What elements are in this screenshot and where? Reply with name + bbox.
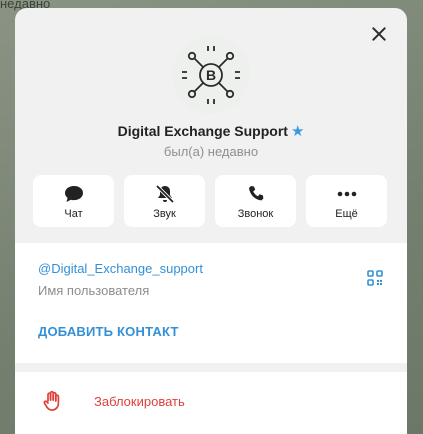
username-caption: Имя пользователя <box>38 283 150 298</box>
chat-button[interactable]: Чат <box>33 175 114 227</box>
profile-name-row: Digital Exchange Support ★ <box>15 122 407 140</box>
chat-button-label: Чат <box>64 207 83 220</box>
svg-text:B: B <box>206 67 216 83</box>
call-button[interactable]: Звонок <box>215 175 296 227</box>
more-dots-icon <box>336 183 358 205</box>
hand-stop-icon <box>41 390 63 412</box>
profile-name: Digital Exchange Support <box>117 123 288 139</box>
mute-button-label: Звук <box>153 207 176 220</box>
more-button[interactable]: Ещё <box>306 175 387 227</box>
profile-status: был(а) недавно <box>163 144 259 159</box>
action-bar: Чат Звук Звонок Ещё <box>33 175 387 227</box>
bitcoin-network-icon: B <box>182 46 240 104</box>
qr-code-icon[interactable] <box>367 270 383 286</box>
profile-modal: B Digital Exchange Support ★ был(а) недав… <box>15 8 407 434</box>
star-icon: ★ <box>290 123 305 140</box>
block-label: Заблокировать <box>94 394 185 409</box>
mute-button[interactable]: Звук <box>124 175 205 227</box>
phone-icon <box>246 183 266 205</box>
call-button-label: Звонок <box>237 207 274 220</box>
more-button-label: Ещё <box>335 207 358 220</box>
chat-bubble-icon <box>63 183 85 205</box>
add-contact-button[interactable]: ДОБАВИТЬ КОНТАКТ <box>38 324 179 339</box>
block-button[interactable]: Заблокировать <box>15 372 407 434</box>
info-section: @Digital_Exchange_support Имя пользовате… <box>15 243 407 363</box>
avatar[interactable]: B <box>172 36 250 114</box>
close-icon[interactable] <box>369 24 389 44</box>
username-link[interactable]: @Digital_Exchange_support <box>38 261 203 276</box>
bell-muted-icon <box>154 183 176 205</box>
